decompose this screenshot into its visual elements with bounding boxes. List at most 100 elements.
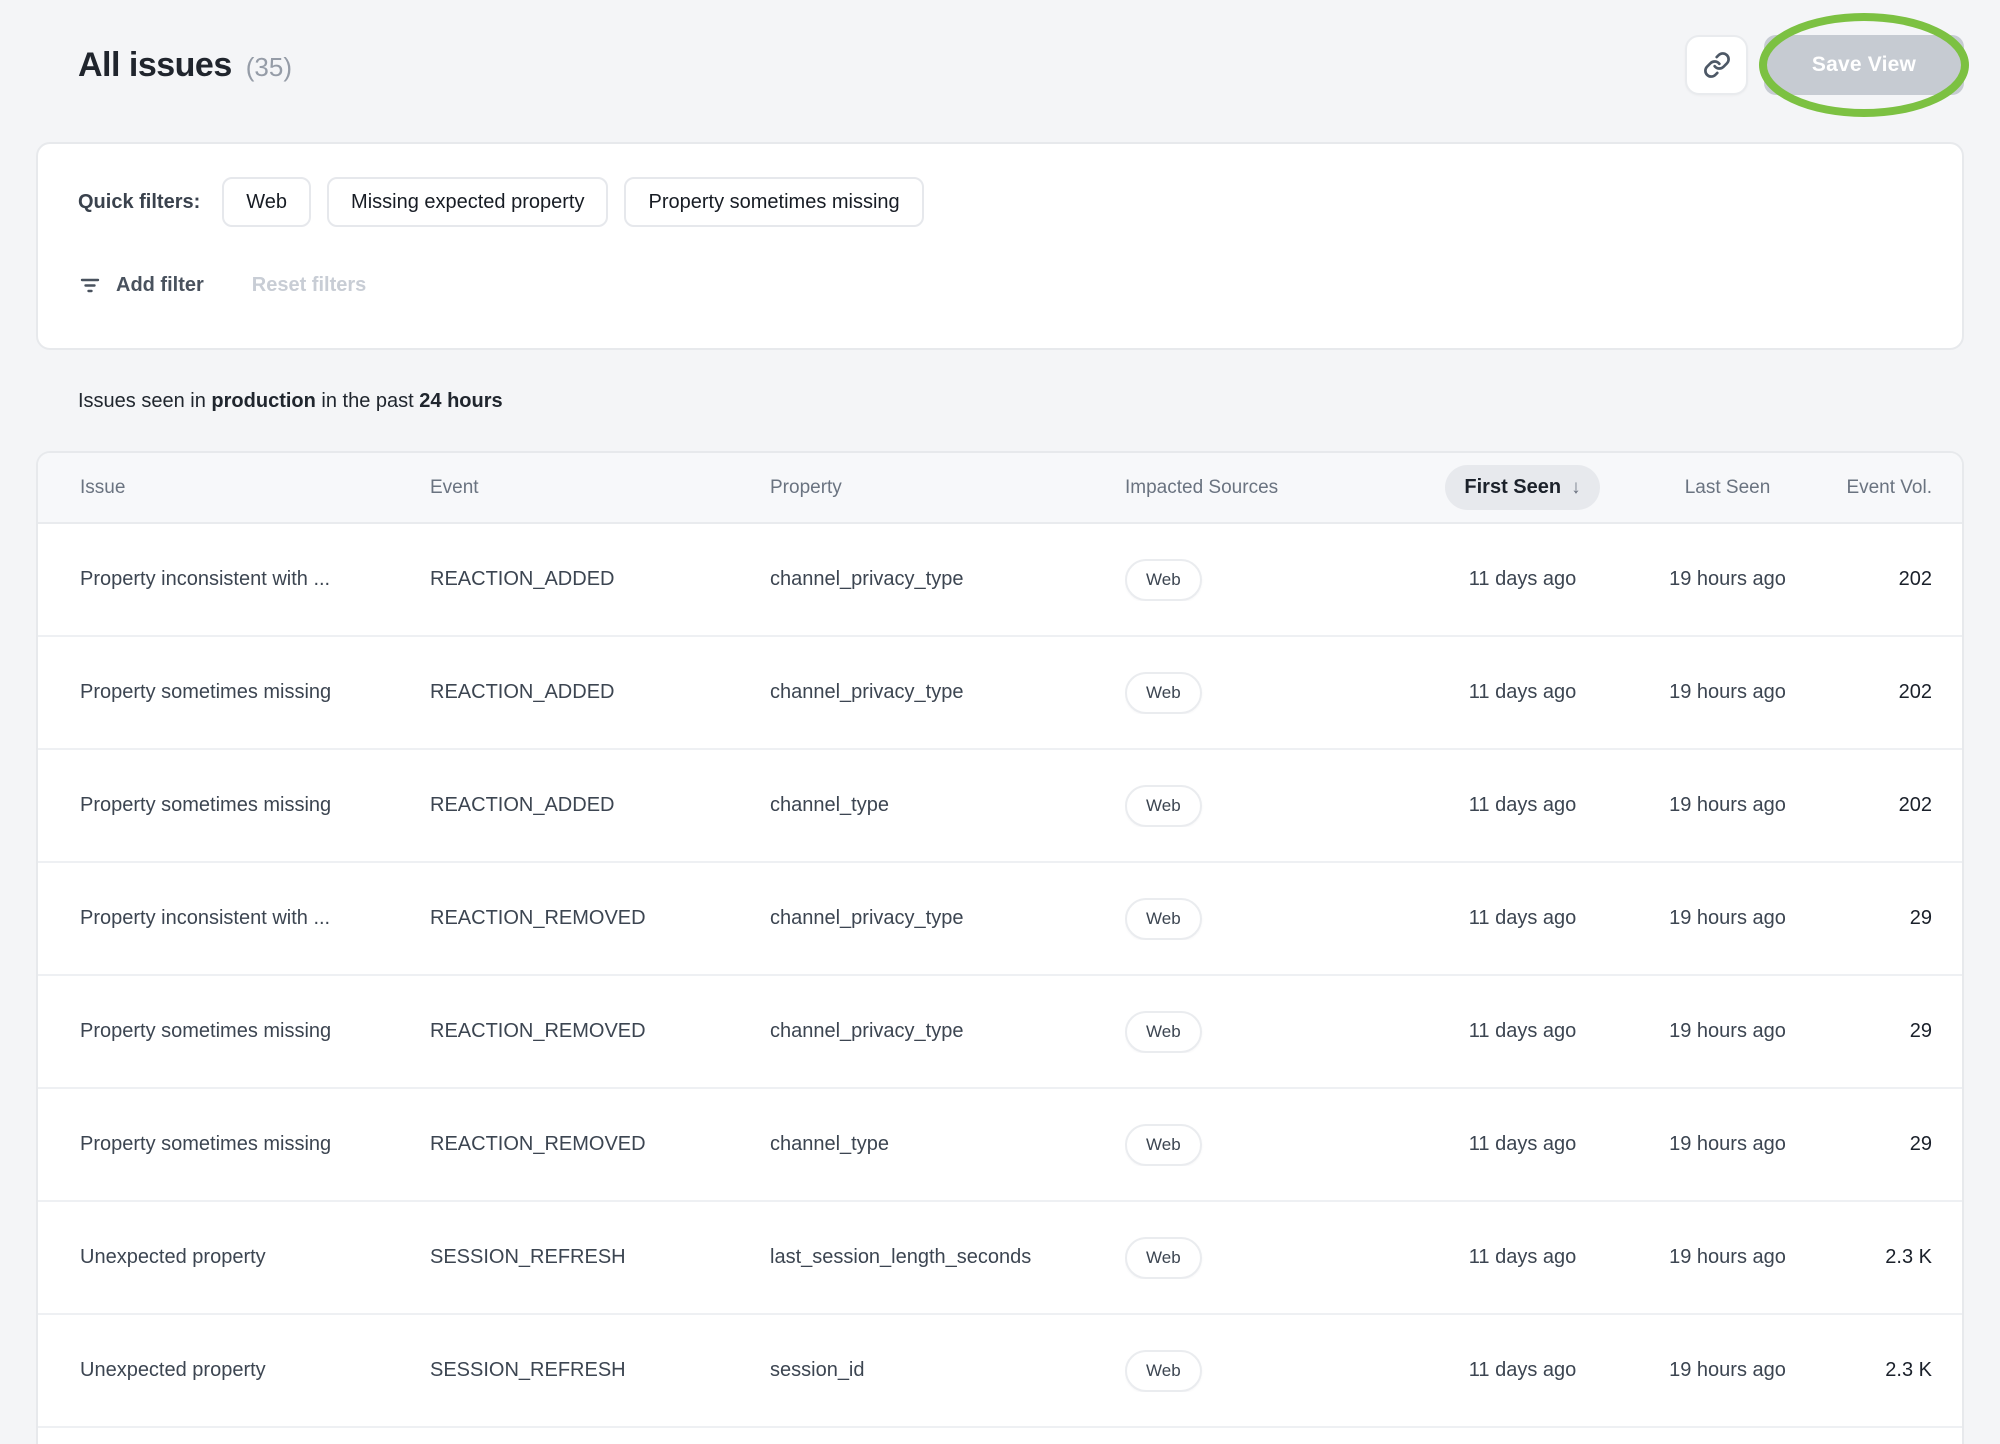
- sort-desc-icon: ↓: [1571, 477, 1581, 499]
- event-volume-cell: 202: [1835, 681, 1932, 704]
- first-seen-cell: 11 days ago: [1425, 681, 1620, 704]
- event-volume-cell: 2.3 K: [1835, 1359, 1932, 1382]
- column-header-event-vol[interactable]: Event Vol.: [1835, 477, 1932, 499]
- sources-cell: Web: [1125, 785, 1425, 827]
- table-row[interactable]: Property sometimes missing REACTION_REMO…: [38, 976, 1962, 1089]
- source-badge: Web: [1125, 672, 1202, 714]
- page-title: All issues: [78, 46, 232, 85]
- event-volume-cell: 202: [1835, 794, 1932, 817]
- table-row[interactable]: Unexpected property SESSION_REFRESH sess…: [38, 1315, 1962, 1428]
- source-badge: Web: [1125, 1124, 1202, 1166]
- filter-lines-icon: [78, 273, 102, 297]
- sources-cell: Web: [1125, 1237, 1425, 1279]
- event-cell: REACTION_ADDED: [430, 568, 770, 591]
- source-badge: Web: [1125, 1350, 1202, 1392]
- quick-filters-row: Quick filters: Web Missing expected prop…: [78, 177, 1922, 227]
- sources-cell: Web: [1125, 672, 1425, 714]
- first-seen-cell: 11 days ago: [1425, 794, 1620, 817]
- source-badge: Web: [1125, 1011, 1202, 1053]
- scope-text-part2: in the past: [316, 390, 419, 412]
- sources-cell: Web: [1125, 898, 1425, 940]
- property-cell: channel_type: [770, 794, 1125, 817]
- table-row[interactable]: Property inconsistent with ... REACTION_…: [38, 524, 1962, 637]
- sort-first-seen-button[interactable]: First Seen ↓: [1445, 465, 1599, 510]
- quick-filter-web[interactable]: Web: [222, 177, 311, 227]
- issue-cell: Property sometimes missing: [80, 681, 430, 704]
- quick-filter-missing-expected-property[interactable]: Missing expected property: [327, 177, 608, 227]
- property-cell: channel_privacy_type: [770, 1020, 1125, 1043]
- event-volume-cell: 2.3 K: [1835, 1246, 1932, 1269]
- issue-cell: Property inconsistent with ...: [80, 907, 430, 930]
- quick-filter-property-sometimes-missing[interactable]: Property sometimes missing: [624, 177, 923, 227]
- sources-cell: Web: [1125, 1350, 1425, 1392]
- event-cell: SESSION_REFRESH: [430, 1246, 770, 1269]
- first-seen-cell: 11 days ago: [1425, 1359, 1620, 1382]
- page-header: All issues (35) Save View: [36, 34, 1964, 96]
- add-filter-button[interactable]: Add filter: [78, 273, 204, 297]
- event-volume-cell: 29: [1835, 907, 1932, 930]
- property-cell: channel_type: [770, 1133, 1125, 1156]
- sources-cell: Web: [1125, 1124, 1425, 1166]
- table-row[interactable]: Property sometimes missing REACTION_ADDE…: [38, 750, 1962, 863]
- link-icon: [1703, 51, 1731, 79]
- last-seen-cell: 19 hours ago: [1620, 794, 1835, 817]
- issue-cell: Property sometimes missing: [80, 794, 430, 817]
- event-cell: REACTION_REMOVED: [430, 1133, 770, 1156]
- title-wrap: All issues (35): [78, 46, 292, 85]
- event-cell: REACTION_REMOVED: [430, 907, 770, 930]
- first-seen-cell: 11 days ago: [1425, 568, 1620, 591]
- copy-link-button[interactable]: [1685, 35, 1748, 95]
- event-volume-cell: 29: [1835, 1020, 1932, 1043]
- event-volume-cell: 202: [1835, 568, 1932, 591]
- last-seen-cell: 19 hours ago: [1620, 1020, 1835, 1043]
- scope-text-part1: Issues seen in: [78, 390, 211, 412]
- issue-cell: Property inconsistent with ...: [80, 568, 430, 591]
- header-actions: Save View: [1685, 35, 1964, 95]
- reset-filters-button[interactable]: Reset filters: [252, 274, 367, 297]
- source-badge: Web: [1125, 898, 1202, 940]
- last-seen-cell: 19 hours ago: [1620, 1246, 1835, 1269]
- property-cell: channel_privacy_type: [770, 568, 1125, 591]
- save-view-wrap: Save View: [1764, 35, 1964, 95]
- column-header-event[interactable]: Event: [430, 477, 770, 499]
- column-header-property[interactable]: Property: [770, 477, 1125, 499]
- first-seen-cell: 11 days ago: [1425, 1020, 1620, 1043]
- source-badge: Web: [1125, 785, 1202, 827]
- first-seen-label: First Seen: [1464, 476, 1561, 499]
- filters-panel: Quick filters: Web Missing expected prop…: [36, 142, 1964, 350]
- table-row[interactable]: Property sometimes missing REACTION_ADDE…: [38, 637, 1962, 750]
- table-row[interactable]: Property inconsistent with ... REACTION_…: [38, 863, 1962, 976]
- event-cell: REACTION_REMOVED: [430, 1020, 770, 1043]
- last-seen-cell: 19 hours ago: [1620, 907, 1835, 930]
- column-header-first-seen: First Seen ↓: [1425, 465, 1620, 510]
- issue-cell: Unexpected property: [80, 1359, 430, 1382]
- table-row-partial: [38, 1428, 1962, 1444]
- event-volume-cell: 29: [1835, 1133, 1932, 1156]
- issue-cell: Property sometimes missing: [80, 1133, 430, 1156]
- save-view-button[interactable]: Save View: [1764, 35, 1964, 95]
- scope-time-range: 24 hours: [419, 390, 502, 412]
- column-header-issue[interactable]: Issue: [80, 477, 430, 499]
- column-header-impacted-sources[interactable]: Impacted Sources: [1125, 477, 1425, 499]
- add-filter-label: Add filter: [116, 274, 204, 297]
- table-header-row: Issue Event Property Impacted Sources Fi…: [38, 453, 1962, 524]
- last-seen-cell: 19 hours ago: [1620, 1133, 1835, 1156]
- last-seen-cell: 19 hours ago: [1620, 1359, 1835, 1382]
- last-seen-cell: 19 hours ago: [1620, 681, 1835, 704]
- issue-cell: Unexpected property: [80, 1246, 430, 1269]
- event-cell: REACTION_ADDED: [430, 794, 770, 817]
- issue-count: (35): [246, 52, 292, 83]
- table-row[interactable]: Unexpected property SESSION_REFRESH last…: [38, 1202, 1962, 1315]
- table-row[interactable]: Property sometimes missing REACTION_REMO…: [38, 1089, 1962, 1202]
- property-cell: session_id: [770, 1359, 1125, 1382]
- source-badge: Web: [1125, 559, 1202, 601]
- filter-actions-row: Add filter Reset filters: [78, 267, 1922, 303]
- last-seen-cell: 19 hours ago: [1620, 568, 1835, 591]
- quick-filters-label: Quick filters:: [78, 191, 200, 214]
- sources-cell: Web: [1125, 559, 1425, 601]
- scope-environment: production: [211, 390, 315, 412]
- property-cell: channel_privacy_type: [770, 907, 1125, 930]
- first-seen-cell: 11 days ago: [1425, 1246, 1620, 1269]
- column-header-last-seen[interactable]: Last Seen: [1620, 477, 1835, 499]
- issues-table: Issue Event Property Impacted Sources Fi…: [36, 451, 1964, 1444]
